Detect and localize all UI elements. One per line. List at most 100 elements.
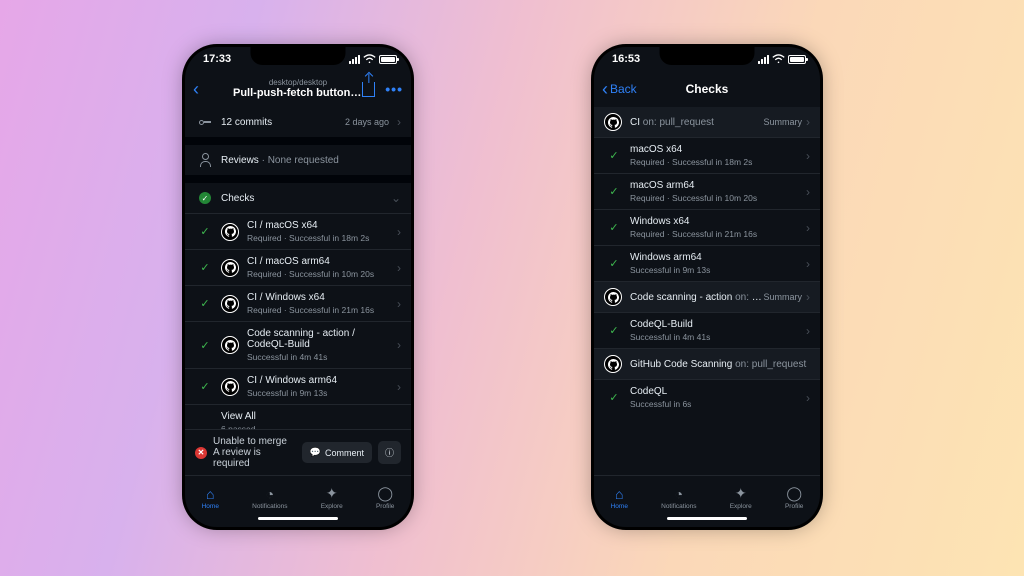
check-icon: ✓ <box>200 261 209 274</box>
check-icon: ✓ <box>609 391 618 404</box>
bell-icon: ◔ <box>675 486 683 502</box>
home-indicator <box>185 517 411 527</box>
check-row[interactable]: ✓CodeQL-BuildSuccessful in 4m 41s› <box>594 312 820 348</box>
chevron-right-icon: › <box>397 261 401 275</box>
pr-title: Pull-push-fetch button + dropd… <box>233 87 363 99</box>
github-avatar <box>221 223 239 241</box>
check-row[interactable]: ✓ CI / Windows x64Required · Successful … <box>185 285 411 321</box>
home-indicator <box>594 517 820 527</box>
check-row[interactable]: ✓CodeQLSuccessful in 6s› <box>594 379 820 415</box>
notch <box>660 47 755 65</box>
comment-button[interactable]: 💬Comment <box>302 442 372 463</box>
share-button[interactable] <box>362 79 375 100</box>
chevron-right-icon: › <box>806 391 810 405</box>
github-avatar <box>221 378 239 396</box>
cellular-icon <box>349 55 360 64</box>
nav-bar: ‹ Back Checks <box>594 71 820 107</box>
chevron-right-icon: › <box>806 185 810 199</box>
check-icon: ✓ <box>200 297 209 310</box>
notch <box>251 47 346 65</box>
comment-icon: 💬 <box>310 447 321 458</box>
tab-notifications[interactable]: ◔Notifications <box>252 486 287 510</box>
tab-home[interactable]: ⌂Home <box>202 486 219 510</box>
tab-profile[interactable]: ◯Profile <box>785 486 803 510</box>
chevron-right-icon: › <box>806 324 810 338</box>
check-row[interactable]: ✓macOS arm64Required · Successful in 10m… <box>594 173 820 209</box>
info-button[interactable]: ⓘ <box>378 441 401 464</box>
view-all-row[interactable]: View All6 passed <box>185 404 411 429</box>
summary-link[interactable]: Summary <box>763 292 802 302</box>
chevron-right-icon: › <box>397 380 401 394</box>
chevron-right-icon: › <box>397 297 401 311</box>
chevron-right-icon: › <box>397 225 401 239</box>
reviews-row[interactable]: Reviews · None requested <box>185 145 411 175</box>
tab-profile[interactable]: ◯Profile <box>376 486 394 510</box>
check-icon: ✓ <box>200 339 209 352</box>
chevron-right-icon: › <box>806 257 810 271</box>
check-icon: ✓ <box>200 380 209 393</box>
chevron-right-icon: › <box>806 115 810 129</box>
person-icon: ◯ <box>786 486 802 502</box>
person-icon <box>200 153 211 167</box>
home-icon: ⌂ <box>206 486 214 502</box>
back-button[interactable]: ‹ <box>193 79 199 100</box>
pr-content: 12 commits 2 days ago › Reviews · None r… <box>185 107 411 429</box>
commits-row[interactable]: 12 commits 2 days ago › <box>185 107 411 137</box>
wifi-icon <box>363 54 376 64</box>
tab-bar: ⌂Home ◔Notifications ✦Explore ◯Profile <box>594 475 820 517</box>
check-row[interactable]: ✓Windows x64Required · Successful in 21m… <box>594 209 820 245</box>
checks-header[interactable]: ✓ Checks ⌄ <box>185 183 411 213</box>
check-row[interactable]: ✓macOS x64Required · Successful in 18m 2… <box>594 137 820 173</box>
chevron-right-icon: › <box>806 290 810 304</box>
chevron-right-icon: › <box>806 221 810 235</box>
check-row[interactable]: ✓ CI / macOS x64Required · Successful in… <box>185 213 411 249</box>
tab-explore[interactable]: ✦Explore <box>321 486 343 510</box>
tab-home[interactable]: ⌂Home <box>611 486 628 510</box>
telescope-icon: ✦ <box>326 486 338 502</box>
tab-explore[interactable]: ✦Explore <box>730 486 752 510</box>
check-row[interactable]: ✓ CI / macOS arm64Required · Successful … <box>185 249 411 285</box>
github-avatar <box>221 336 239 354</box>
home-icon: ⌂ <box>615 486 623 502</box>
check-row[interactable]: ✓ CI / Windows arm64Successful in 9m 13s… <box>185 368 411 404</box>
summary-link[interactable]: Summary <box>763 117 802 127</box>
github-avatar <box>604 355 622 373</box>
cellular-icon <box>758 55 769 64</box>
chevron-right-icon: › <box>806 149 810 163</box>
check-icon: ✓ <box>609 324 618 337</box>
check-row[interactable]: ✓ Code scanning - action / CodeQL-BuildS… <box>185 321 411 368</box>
workflow-header[interactable]: GitHub Code Scanning on: pull_request <box>594 348 820 379</box>
commit-icon <box>199 116 211 128</box>
github-avatar <box>221 295 239 313</box>
person-icon: ◯ <box>377 486 393 502</box>
back-button[interactable]: ‹ <box>602 79 608 100</box>
more-button[interactable]: ••• <box>385 81 403 97</box>
workflow-header[interactable]: Code scanning - action on: p… Summary › <box>594 281 820 312</box>
github-avatar <box>221 259 239 277</box>
page-title: Checks <box>642 82 772 96</box>
chevron-down-icon: ⌄ <box>391 191 401 205</box>
bell-icon: ◔ <box>266 486 274 502</box>
battery-icon <box>788 55 806 64</box>
check-icon: ✓ <box>200 225 209 238</box>
commits-age: 2 days ago <box>345 117 389 127</box>
telescope-icon: ✦ <box>735 486 747 502</box>
clock: 16:53 <box>612 53 640 65</box>
nav-bar: ‹ desktop/desktop Pull-push-fetch button… <box>185 71 411 107</box>
check-icon: ✓ <box>609 257 618 270</box>
check-row[interactable]: ✓Windows arm64Successful in 9m 13s› <box>594 245 820 281</box>
github-avatar <box>604 113 622 131</box>
merge-footer: ✕ Unable to merge A review is required 💬… <box>185 429 411 475</box>
checks-content: CI on: pull_request Summary › ✓macOS x64… <box>594 107 820 475</box>
check-icon: ✓ <box>609 149 618 162</box>
workflow-header[interactable]: CI on: pull_request Summary › <box>594 107 820 137</box>
success-icon: ✓ <box>199 192 211 204</box>
info-icon: ⓘ <box>385 446 394 459</box>
check-icon: ✓ <box>609 221 618 234</box>
github-avatar <box>604 288 622 306</box>
clock: 17:33 <box>203 53 231 65</box>
tab-notifications[interactable]: ◔Notifications <box>661 486 696 510</box>
back-label[interactable]: Back <box>610 82 637 96</box>
error-icon: ✕ <box>195 447 207 459</box>
phone-checks-view: 16:53 ‹ Back Checks CI on: pull_request … <box>594 47 820 527</box>
